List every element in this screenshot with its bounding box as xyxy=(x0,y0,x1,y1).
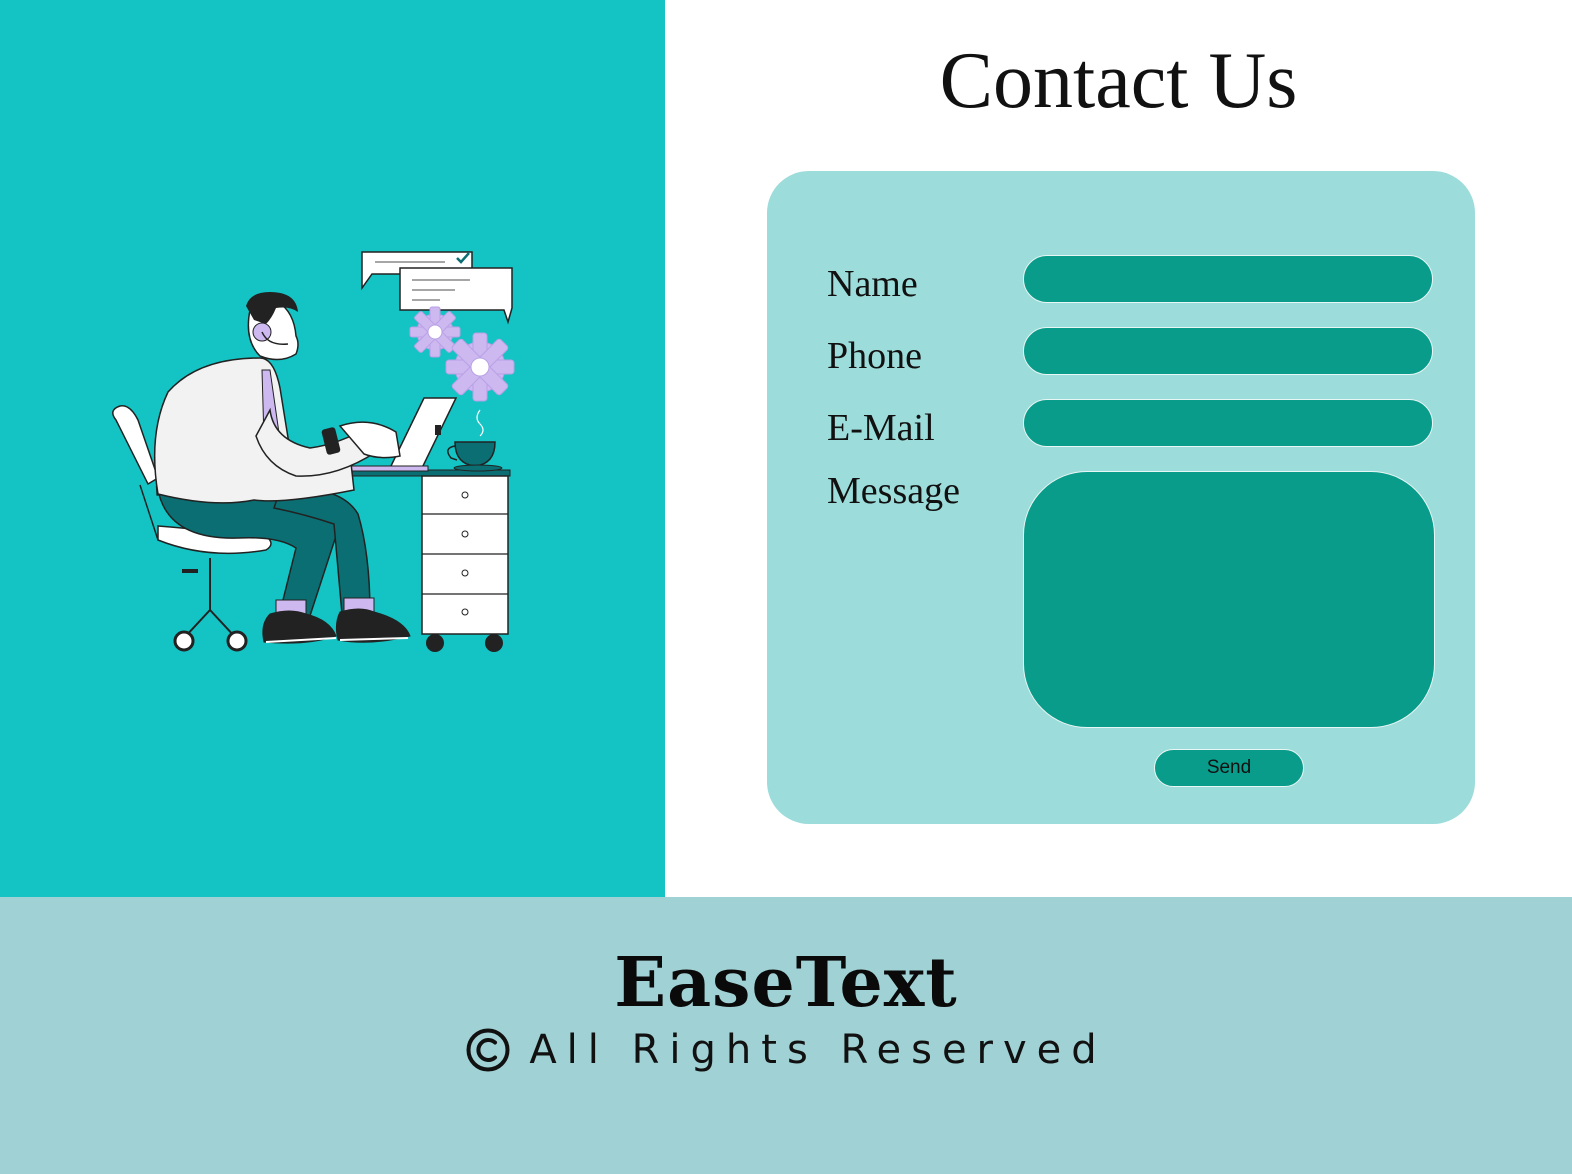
copyright-icon xyxy=(466,1028,510,1072)
gear-icon xyxy=(409,306,515,402)
footer: EaseText All Rights Reserved xyxy=(0,897,1572,1174)
rights-text: All Rights Reserved xyxy=(529,1027,1107,1073)
send-button[interactable]: Send xyxy=(1154,749,1304,787)
contact-form: Name Phone E-Mail Message Send xyxy=(767,171,1475,824)
coffee-cup-icon xyxy=(447,409,503,472)
phone-label: Phone xyxy=(827,335,922,377)
email-input[interactable] xyxy=(1023,399,1433,447)
email-label: E-Mail xyxy=(827,407,935,449)
illustration-panel xyxy=(0,0,665,897)
message-textarea[interactable] xyxy=(1023,471,1435,728)
message-label: Message xyxy=(827,470,960,512)
name-input[interactable] xyxy=(1023,255,1433,303)
name-label: Name xyxy=(827,263,918,305)
page-title: Contact Us xyxy=(939,37,1298,125)
contact-panel: Contact Us Name Phone E-Mail Message Sen… xyxy=(665,0,1572,897)
support-agent-illustration xyxy=(112,251,515,652)
phone-input[interactable] xyxy=(1023,327,1433,375)
rights-line: All Rights Reserved xyxy=(0,1025,1572,1075)
brand-logo: EaseText xyxy=(614,943,958,1023)
